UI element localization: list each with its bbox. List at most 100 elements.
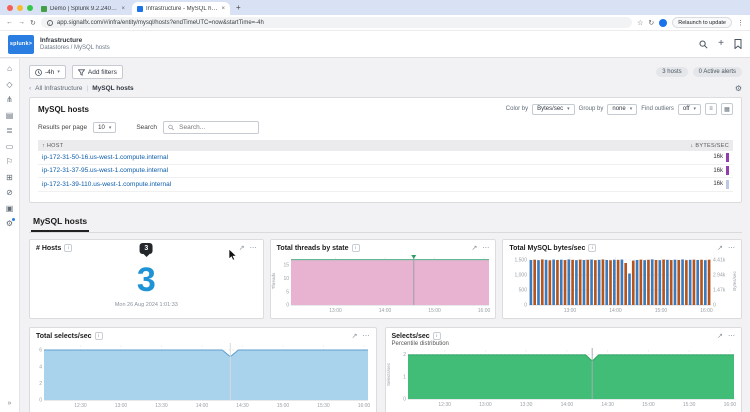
tab-title: Demo | Splunk 9.2.2403.104 [50,6,118,12]
sidebar-item-metrics-icon[interactable]: ⊞ [6,173,13,182]
chrome-menu-icon[interactable]: ⋮ [737,19,744,27]
sort-desc-icon[interactable]: ↓ [691,143,694,149]
svg-text:0: 0 [286,303,289,309]
breadcrumb-current: MySQL hosts [92,85,133,92]
find-outliers-select[interactable]: off ▾ [678,104,701,115]
svg-text:0: 0 [713,303,716,309]
more-menu-icon[interactable]: ⋯ [728,244,735,252]
chart-card-threads-by-state: Total threads by state i ↗ ⋯ 15105013:00… [270,239,497,319]
browser-tab-1[interactable]: Demo | Splunk 9.2.2403.104 × [36,2,130,15]
active-alerts-pill[interactable]: 0 Active alerts [693,67,742,77]
info-icon[interactable]: i [433,332,441,340]
export-icon[interactable]: ↗ [239,244,245,252]
bytes-column-header[interactable]: BYTES/SEC [695,143,729,149]
search-input[interactable] [177,123,254,132]
zoom-window-icon[interactable] [27,5,33,11]
forward-icon[interactable]: → [18,19,25,26]
sidebar-item-alerts-icon[interactable]: ⚐ [6,157,13,166]
host-column-header[interactable]: HOST [47,143,63,149]
export-icon[interactable]: ↗ [471,244,477,252]
results-per-page-label: Results per page [38,124,87,131]
more-menu-icon[interactable]: ⋯ [728,332,735,340]
breadcrumb-back-link[interactable]: All Infrastructure [35,85,82,92]
svg-text:4: 4 [39,364,42,370]
sidebar-item-navigators-icon[interactable]: ◇ [6,80,12,89]
sidebar-item-apm-icon[interactable]: ⊘ [6,188,13,197]
back-icon[interactable]: ← [6,19,13,26]
site-info-icon[interactable]: i [47,20,53,26]
export-icon[interactable]: ↗ [717,332,723,340]
sidebar-item-settings-icon[interactable]: ⚙ [6,219,13,228]
list-view-button[interactable]: ≡ [705,103,717,115]
svg-text:Selects/sec: Selects/sec [386,362,391,386]
color-by-select[interactable]: Bytes/sec ▾ [532,104,575,115]
close-window-icon[interactable] [7,5,13,11]
chart-title: Total MySQL bytes/sec [509,245,585,252]
group-by-select[interactable]: none ▾ [607,104,637,115]
svg-text:14:30: 14:30 [236,403,249,409]
bytes-value: 16k [713,166,729,175]
selects-area-chart[interactable]: 21012:3013:0013:3014:0014:3015:0015:3016… [386,347,740,411]
color-by-value: Bytes/sec [537,106,563,112]
threads-area-chart[interactable]: 15105013:0014:0015:0016:00Threads [271,252,494,316]
export-icon[interactable]: ↗ [717,244,723,252]
navigator-breadcrumb: ‹ All Infrastructure | MySQL hosts ⚙ [29,81,742,96]
extensions-icon[interactable]: ↻ [648,19,654,27]
browser-tab-2[interactable]: Infrastructure - MySQL hosts × [132,2,230,15]
host-link[interactable]: ip-172-31-39-110.us-west-1.compute.inter… [42,181,171,188]
sidebar-item-home-icon[interactable]: ⌂ [7,64,12,73]
sidebar-item-data-management-icon[interactable]: ▣ [6,204,14,213]
svg-text:14:00: 14:00 [610,308,623,314]
relaunch-update-button[interactable]: Relaunch to update [672,17,732,28]
search-box[interactable] [163,121,259,134]
export-icon[interactable]: ↗ [352,332,358,340]
navigator-settings-icon[interactable]: ⚙ [735,84,742,93]
bookmark-star-icon[interactable]: ☆ [637,19,643,27]
grid-view-button[interactable]: ▦ [721,103,733,115]
profile-avatar[interactable] [659,19,667,27]
info-icon[interactable]: i [95,332,103,340]
more-menu-icon[interactable]: ⋯ [363,332,370,340]
host-link[interactable]: ip-172-31-50-16.us-west-1.compute.intern… [42,154,168,161]
add-filters-button[interactable]: Add filters [72,65,123,79]
close-tab-icon[interactable]: × [121,6,125,12]
reload-icon[interactable]: ↻ [30,19,36,27]
sidebar-item-dashboards-icon[interactable]: ▤ [6,111,14,120]
minimize-window-icon[interactable] [17,5,23,11]
info-icon[interactable]: i [64,244,72,252]
svg-text:14:30: 14:30 [601,402,614,408]
svg-text:10: 10 [283,276,289,282]
info-icon[interactable]: i [588,244,596,252]
tab-mysql-hosts[interactable]: MySQL hosts [31,214,89,232]
sort-asc-icon[interactable]: ↑ [42,143,45,149]
chevron-down-icon: ▾ [109,125,112,131]
create-icon[interactable]: + [718,39,724,49]
more-menu-icon[interactable]: ⋯ [482,244,489,252]
svg-text:13:00: 13:00 [329,308,342,314]
svg-text:16:00: 16:00 [701,308,714,314]
sidebar-item-messages-icon[interactable]: ▭ [6,142,14,151]
hosts-count-pill[interactable]: 3 hosts [656,67,687,77]
total-selects-area-chart[interactable]: 642012:3013:0013:3014:0014:3015:0015:301… [30,340,374,412]
sidebar-item-log-observer-icon[interactable]: ≣ [6,126,13,135]
close-tab-icon[interactable]: × [221,6,225,12]
more-menu-icon[interactable]: ⋯ [250,244,257,252]
table-header[interactable]: ↑ HOST ↓ BYTES/SEC [38,140,733,151]
tab-title: Infrastructure - MySQL hosts [146,6,218,12]
info-icon[interactable]: i [352,244,360,252]
bytes-bar-chart[interactable]: 1,5004.41k1,0002.94k5001.47k0013:0014:00… [503,252,739,316]
chevron-down-icon: ▾ [567,106,570,112]
window-controls[interactable] [7,5,33,11]
search-icon[interactable] [699,40,708,49]
chevron-left-icon[interactable]: ‹ [29,85,31,92]
time-picker[interactable]: -4h ▾ [29,65,66,79]
bookmark-icon[interactable] [734,39,742,49]
results-per-page-select[interactable]: 10 ▾ [93,122,116,133]
svg-text:16:00: 16:00 [723,402,736,408]
host-link[interactable]: ip-172-31-37-95.us-west-1.compute.intern… [42,167,168,174]
new-tab-button[interactable]: + [236,3,241,12]
sidebar-item-infrastructure-icon[interactable]: ⋔ [6,95,13,104]
expand-sidebar-icon[interactable]: » [8,400,12,407]
time-range-value: -4h [45,69,54,76]
address-bar[interactable]: i app.signalfx.com/#/infra/entity/mysql/… [41,17,632,28]
